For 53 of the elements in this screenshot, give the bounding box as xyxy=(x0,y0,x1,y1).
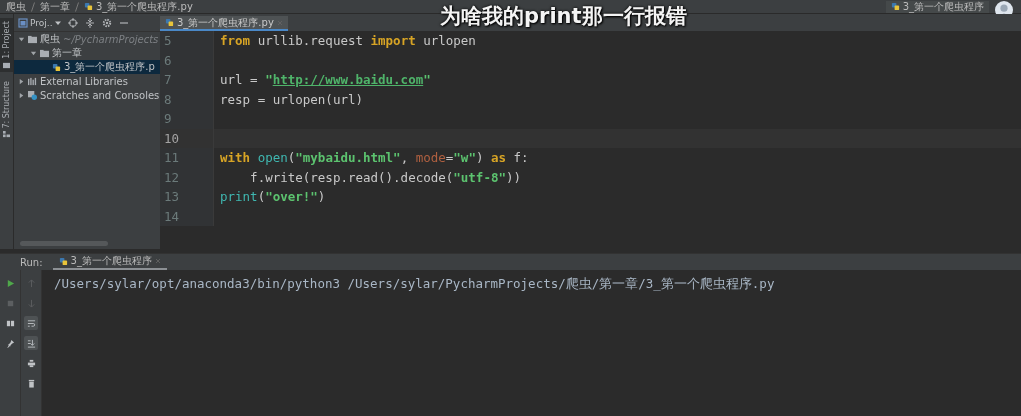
run-config-selector[interactable]: 3_第一个爬虫程序 xyxy=(885,0,989,13)
code-line: print("over!") xyxy=(220,189,326,205)
tool-window-tab[interactable]: 1: Project xyxy=(0,18,13,72)
line-number: 5 xyxy=(160,31,214,51)
tree-item[interactable]: External Libraries xyxy=(14,74,160,88)
collapse-icon[interactable] xyxy=(84,17,95,28)
caret-icon xyxy=(54,19,61,26)
line-number: 8 xyxy=(160,89,214,109)
breadcrumb-item[interactable]: 爬虫 xyxy=(6,0,26,14)
wrap-icon[interactable] xyxy=(24,316,38,330)
line-number: 14 xyxy=(160,206,214,226)
code-line: resp = urlopen(url) xyxy=(220,91,363,107)
window-icon xyxy=(18,17,28,28)
breadcrumb-item[interactable]: 第一章 xyxy=(40,0,70,14)
tree-item[interactable]: 第一章 xyxy=(14,46,160,60)
line-number: 12 xyxy=(160,167,214,187)
line-number: 7 xyxy=(160,70,214,90)
line-number: 13 xyxy=(160,187,214,207)
locate-icon[interactable] xyxy=(67,17,78,28)
code-line: f.write(resp.read().decode("utf-8")) xyxy=(249,169,522,185)
separator-icon xyxy=(75,1,79,12)
console-line: /Users/sylar/opt/anaconda3/bin/python3 /Users/sylar/PycharmProjects/爬虫/第一章/3_第一个爬虫程序.py xyxy=(54,276,775,293)
scrollbar[interactable] xyxy=(20,241,108,246)
code-line: from urllib.request import urlopen xyxy=(220,33,476,49)
scroll-end-icon[interactable] xyxy=(24,336,38,350)
python-file-icon xyxy=(58,256,68,266)
code-line: with open("mybaidu.html", mode="w") as f: xyxy=(220,150,529,166)
breadcrumb-item[interactable]: 3_第一个爬虫程序.py xyxy=(96,0,193,14)
library-icon xyxy=(28,76,37,86)
panel-title: Run: xyxy=(20,256,43,268)
python-file-icon xyxy=(165,18,174,27)
settings-icon[interactable] xyxy=(101,17,112,28)
run-tab[interactable]: 3_第一个爬虫程序 xyxy=(52,254,167,270)
editor-tab[interactable]: 3_第一个爬虫程序.py xyxy=(160,16,288,31)
scratches-icon xyxy=(28,90,37,100)
code-line: url = "http://www.baidu.com" xyxy=(220,72,431,88)
tree-item[interactable]: 3_第一个爬虫程序.p xyxy=(14,60,160,74)
line-number: 9 xyxy=(160,109,214,129)
tree-item[interactable]: Scratches and Consoles xyxy=(14,88,160,102)
folder-icon xyxy=(40,48,49,58)
structure-icon xyxy=(3,131,10,139)
python-file-icon xyxy=(890,2,900,11)
line-number: 6 xyxy=(160,50,214,70)
line-number: 11 xyxy=(160,148,214,168)
tree-item[interactable]: 爬虫 ~/PycharmProjects xyxy=(14,32,160,46)
folder-icon xyxy=(3,61,10,69)
folder-icon xyxy=(28,34,37,44)
view-dropdown[interactable]: Proj.. xyxy=(18,17,61,28)
python-file-icon xyxy=(52,62,61,72)
video-caption: 为啥我的print那一行报错 xyxy=(440,3,687,30)
separator-icon xyxy=(31,1,35,12)
tool-window-tab[interactable]: 7: Structure xyxy=(0,77,13,142)
python-file-icon xyxy=(84,2,93,11)
